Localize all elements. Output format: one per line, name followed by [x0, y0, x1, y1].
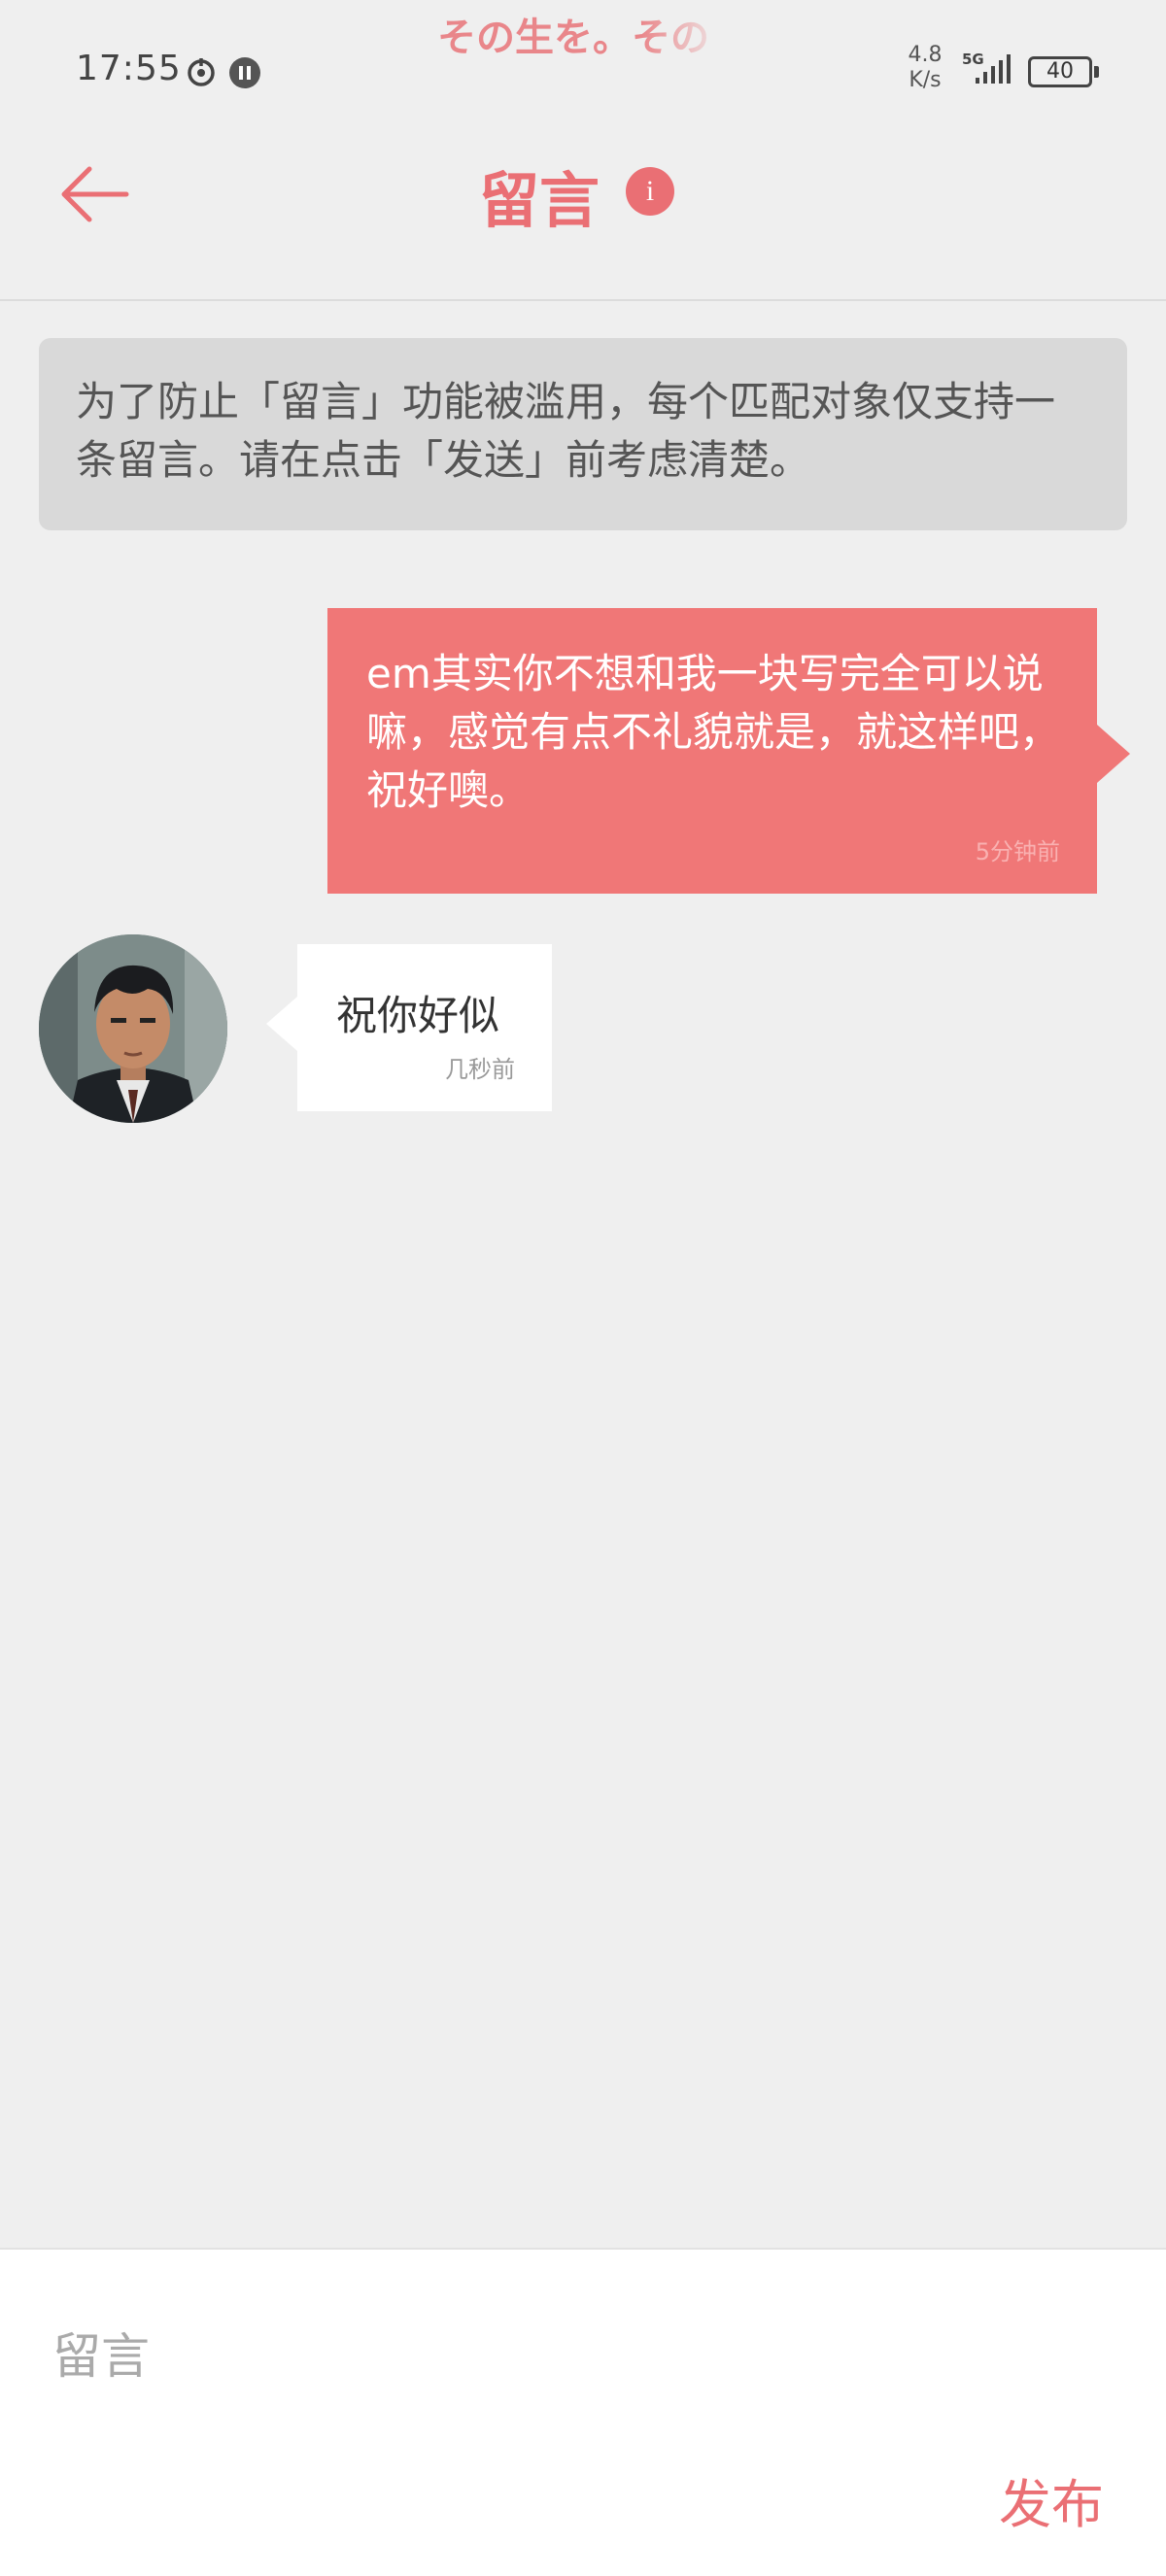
network-speed: 4.8 K/s — [908, 43, 943, 92]
incoming-message-bubble[interactable]: 祝你好似 几秒前 — [266, 944, 552, 1111]
info-icon[interactable]: i — [626, 167, 674, 216]
message-timestamp: 5分钟前 — [975, 838, 1060, 865]
battery-indicator: 40 — [1028, 56, 1099, 87]
outgoing-message-bubble[interactable]: em其实你不想和我一块写完全可以说嘛，感觉有点不礼貌就是，就这样吧，祝好噢。 5… — [327, 608, 1130, 894]
avatar[interactable] — [39, 934, 227, 1123]
composer: 发布 — [0, 2248, 1166, 2576]
notice-text: 为了防止「留言」功能被滥用，每个匹配对象仅支持一条留言。请在点击「发送」前考虑清… — [76, 378, 1056, 484]
message-timestamp: 几秒前 — [445, 1056, 515, 1083]
network-type: 5G — [962, 51, 984, 68]
header: 留言 i — [0, 136, 1166, 301]
page-title: 留言 — [478, 165, 600, 236]
avatar-image — [39, 934, 227, 1123]
marquee-notification: その生を。その — [437, 16, 709, 60]
battery-level: 40 — [1046, 59, 1074, 84]
sync-icon — [188, 58, 215, 86]
status-bar: 17:55 その生を。その 4.8 K/s 5G 40 — [0, 0, 1166, 136]
status-time: 17:55 — [76, 49, 182, 88]
message-input[interactable] — [52, 2318, 1024, 2395]
pause-icon — [229, 57, 260, 88]
signal-icon: 5G — [962, 51, 1011, 84]
message-text: 祝你好似 — [336, 992, 500, 1039]
publish-button[interactable]: 发布 — [999, 2461, 1104, 2538]
message-text: em其实你不想和我一块写完全可以说嘛，感觉有点不礼貌就是，就这样吧，祝好噢。 — [366, 650, 1061, 814]
notice-banner: 为了防止「留言」功能被滥用，每个匹配对象仅支持一条留言。请在点击「发送」前考虑清… — [39, 338, 1127, 530]
